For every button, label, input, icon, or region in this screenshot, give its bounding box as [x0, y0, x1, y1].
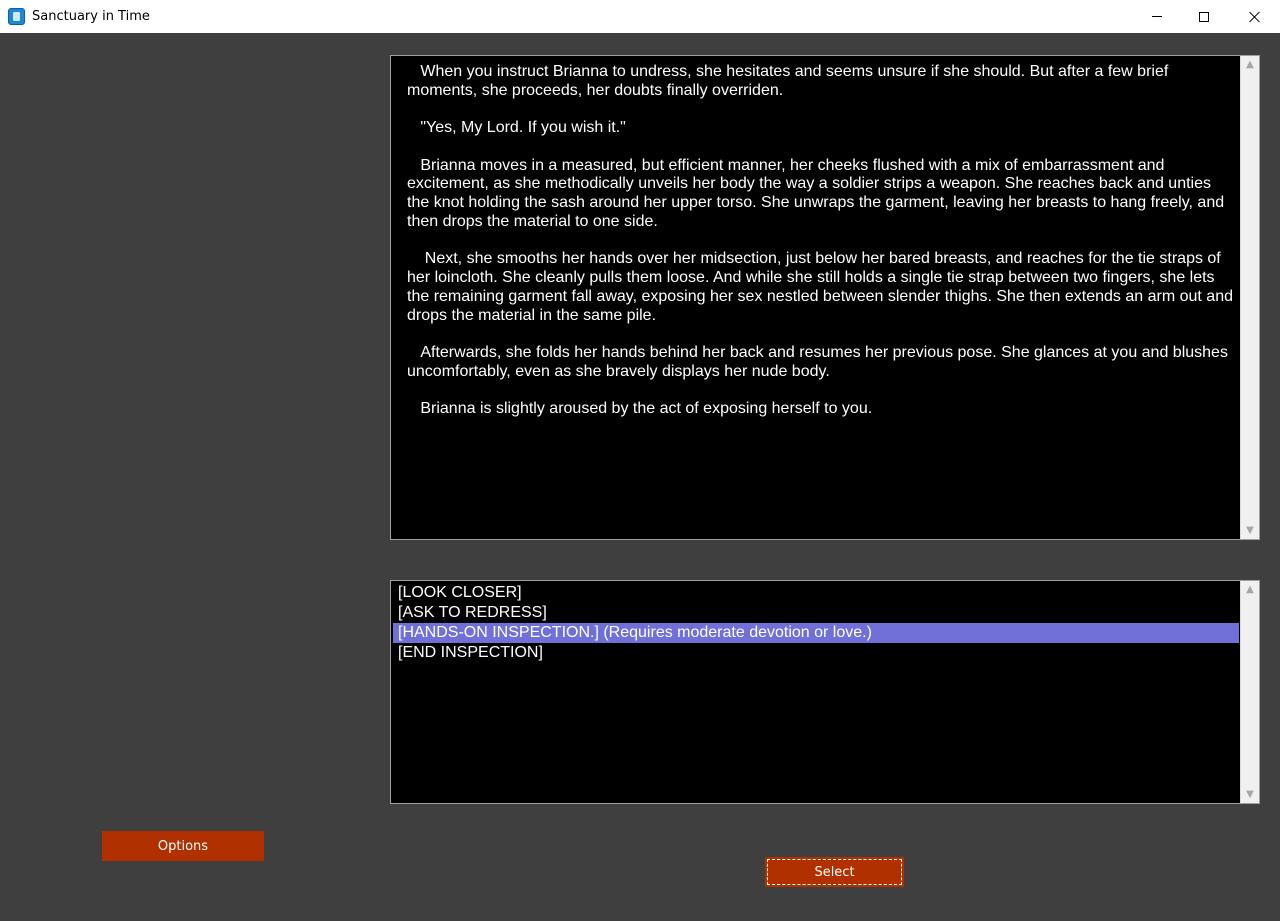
- narrative-paragraph: "Yes, My Lord. If you wish it.": [407, 119, 626, 137]
- app-icon: [8, 8, 25, 25]
- title-bar: Sanctuary in Time: [0, 0, 1280, 33]
- choice-look-closer[interactable]: [LOOK CLOSER]: [393, 583, 1239, 603]
- narrative-paragraph: When you instruct Brianna to undress, sh…: [407, 63, 1173, 99]
- choice-ask-to-redress[interactable]: [ASK TO REDRESS]: [393, 603, 1239, 623]
- narrative-panel[interactable]: When you instruct Brianna to undress, sh…: [390, 55, 1260, 540]
- scroll-up-icon[interactable]: ▲: [1241, 581, 1259, 598]
- maximize-icon: [1199, 11, 1209, 22]
- window-title: Sanctuary in Time: [32, 9, 150, 24]
- select-button[interactable]: Select: [765, 857, 904, 887]
- narrative-paragraph: Afterwards, she folds her hands behind h…: [407, 344, 1233, 380]
- minimize-button[interactable]: [1134, 0, 1180, 33]
- narrative-paragraph: Brianna is slightly aroused by the act o…: [407, 400, 873, 418]
- narrative-text: When you instruct Brianna to undress, sh…: [407, 63, 1237, 438]
- close-icon: [1249, 11, 1261, 23]
- scroll-up-icon[interactable]: ▲: [1241, 56, 1259, 73]
- maximize-button[interactable]: [1181, 0, 1227, 33]
- minimize-icon: [1152, 16, 1162, 17]
- choice-items: [LOOK CLOSER] [ASK TO REDRESS] [HANDS-ON…: [393, 583, 1239, 663]
- narrative-paragraph: Brianna moves in a measured, but efficie…: [407, 156, 1229, 230]
- narrative-scrollbar[interactable]: ▲ ▼: [1240, 56, 1259, 539]
- close-button[interactable]: [1232, 0, 1278, 33]
- scroll-down-icon[interactable]: ▼: [1241, 786, 1259, 803]
- choices-scrollbar[interactable]: ▲ ▼: [1240, 581, 1259, 803]
- choice-end-inspection[interactable]: [END INSPECTION]: [393, 643, 1239, 663]
- options-button[interactable]: Options: [102, 831, 264, 861]
- choices-list[interactable]: [LOOK CLOSER] [ASK TO REDRESS] [HANDS-ON…: [390, 580, 1260, 804]
- choice-hands-on-inspection[interactable]: [HANDS-ON INSPECTION.] (Requires moderat…: [393, 623, 1239, 643]
- narrative-paragraph: Next, she smooths her hands over her mid…: [407, 250, 1238, 324]
- scroll-down-icon[interactable]: ▼: [1241, 522, 1259, 539]
